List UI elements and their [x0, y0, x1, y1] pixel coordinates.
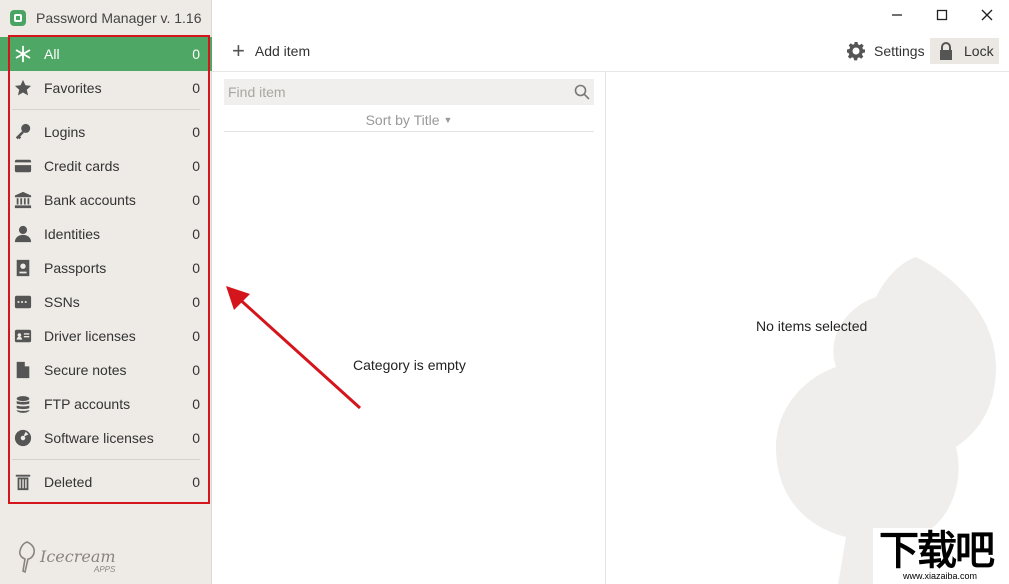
sidebar-item-secure-notes[interactable]: Secure notes 0	[0, 353, 212, 387]
credit-card-icon	[14, 157, 32, 175]
caret-down-icon: ▼	[443, 114, 453, 125]
maximize-icon	[936, 9, 948, 21]
sidebar: Password Manager v. 1.16 All 0 Favorites…	[0, 0, 212, 584]
sidebar-item-label: Secure notes	[44, 362, 127, 378]
add-item-button[interactable]: + Add item	[232, 40, 310, 62]
detail-pane: No items selected	[606, 72, 1009, 584]
category-list: All 0 Favorites 0 Logins 0 Credit cards …	[0, 37, 212, 499]
sidebar-item-label: All	[44, 46, 60, 62]
minimize-button[interactable]	[886, 6, 908, 24]
watermark-text: 下载吧	[879, 528, 995, 574]
sidebar-item-label: Passports	[44, 260, 107, 276]
sidebar-item-label: Driver licenses	[44, 328, 136, 344]
sidebar-item-count: 0	[192, 80, 200, 96]
disc-icon	[14, 429, 32, 447]
settings-label: Settings	[874, 43, 925, 59]
brand-name: Icecream	[40, 547, 116, 566]
sidebar-item-label: Logins	[44, 124, 86, 140]
sidebar-item-software-licenses[interactable]: Software licenses 0	[0, 421, 212, 455]
sidebar-item-label: Bank accounts	[44, 192, 136, 208]
database-icon	[14, 395, 32, 413]
toolbar: + Add item Settings Lock	[212, 36, 1009, 72]
search-box	[224, 79, 594, 105]
lock-icon	[940, 42, 952, 60]
note-icon	[14, 361, 32, 379]
sidebar-item-count: 0	[192, 192, 200, 208]
maximize-button[interactable]	[931, 6, 953, 24]
sort-label: Sort by Title	[365, 111, 440, 128]
sidebar-item-count: 0	[192, 260, 200, 276]
sidebar-item-passports[interactable]: Passports 0	[0, 251, 212, 285]
sidebar-item-count: 0	[192, 46, 200, 62]
sidebar-item-label: FTP accounts	[44, 396, 131, 412]
divider	[12, 459, 200, 460]
sidebar-item-count: 0	[192, 328, 200, 344]
search-input[interactable]	[228, 84, 574, 100]
brand-sub: APPS	[94, 565, 116, 574]
gear-icon	[847, 42, 865, 61]
site-watermark: 下载吧 www.xiazaiba.com	[873, 528, 1009, 584]
sidebar-item-count: 0	[192, 396, 200, 412]
bank-icon	[14, 191, 32, 209]
sidebar-item-credit-cards[interactable]: Credit cards 0	[0, 149, 212, 183]
no-selection-message: No items selected	[756, 318, 868, 334]
sidebar-item-label: SSNs	[44, 294, 80, 310]
ssn-card-icon	[14, 293, 32, 311]
sidebar-item-count: 0	[192, 124, 200, 140]
app-logo-icon	[10, 10, 26, 26]
lock-label: Lock	[964, 43, 994, 59]
passport-icon	[14, 259, 32, 277]
key-icon	[14, 123, 32, 141]
sidebar-item-count: 0	[192, 226, 200, 242]
sort-dropdown[interactable]: Sort by Title ▼	[224, 108, 594, 132]
sidebar-item-bank-accounts[interactable]: Bank accounts 0	[0, 183, 212, 217]
sidebar-item-logins[interactable]: Logins 0	[0, 115, 212, 149]
divider	[12, 109, 200, 110]
add-item-label: Add item	[254, 43, 311, 59]
sidebar-item-driver-licenses[interactable]: Driver licenses 0	[0, 319, 212, 353]
asterisk-icon	[14, 45, 32, 63]
watermark-url: www.xiazaiba.com	[903, 571, 978, 581]
id-card-icon	[14, 327, 32, 345]
sidebar-item-label: Identities	[44, 226, 101, 242]
app-title: Password Manager v. 1.16	[36, 10, 202, 26]
sidebar-item-label: Deleted	[44, 474, 93, 490]
sidebar-item-label: Software licenses	[44, 430, 154, 446]
sidebar-item-deleted[interactable]: Deleted 0	[0, 465, 212, 499]
sidebar-item-identities[interactable]: Identities 0	[0, 217, 212, 251]
sidebar-item-favorites[interactable]: Favorites 0	[0, 71, 212, 105]
sidebar-item-count: 0	[192, 430, 200, 446]
trash-icon	[14, 473, 32, 491]
sidebar-item-all[interactable]: All 0	[0, 37, 212, 71]
annotation-arrow-icon	[226, 286, 362, 410]
star-icon	[14, 79, 32, 97]
lock-button[interactable]: Lock	[930, 38, 999, 64]
minimize-icon	[892, 14, 902, 16]
close-button[interactable]	[976, 6, 998, 24]
sidebar-item-count: 0	[192, 474, 200, 490]
plus-icon: +	[232, 38, 245, 63]
sidebar-item-count: 0	[192, 158, 200, 174]
sidebar-item-count: 0	[192, 362, 200, 378]
sidebar-item-label: Credit cards	[44, 158, 120, 174]
icecream-apps-logo: Icecream APPS	[16, 540, 116, 574]
sidebar-item-label: Favorites	[44, 80, 102, 96]
sidebar-item-count: 0	[192, 294, 200, 310]
search-icon[interactable]	[574, 84, 590, 100]
sidebar-item-ssns[interactable]: SSNs 0	[0, 285, 212, 319]
sidebar-item-ftp-accounts[interactable]: FTP accounts 0	[0, 387, 212, 421]
ice-cream-icon	[19, 541, 35, 574]
app-title-bar: Password Manager v. 1.16	[10, 8, 202, 28]
person-icon	[14, 225, 32, 243]
close-icon	[981, 9, 993, 21]
settings-button[interactable]: Settings	[846, 40, 925, 62]
